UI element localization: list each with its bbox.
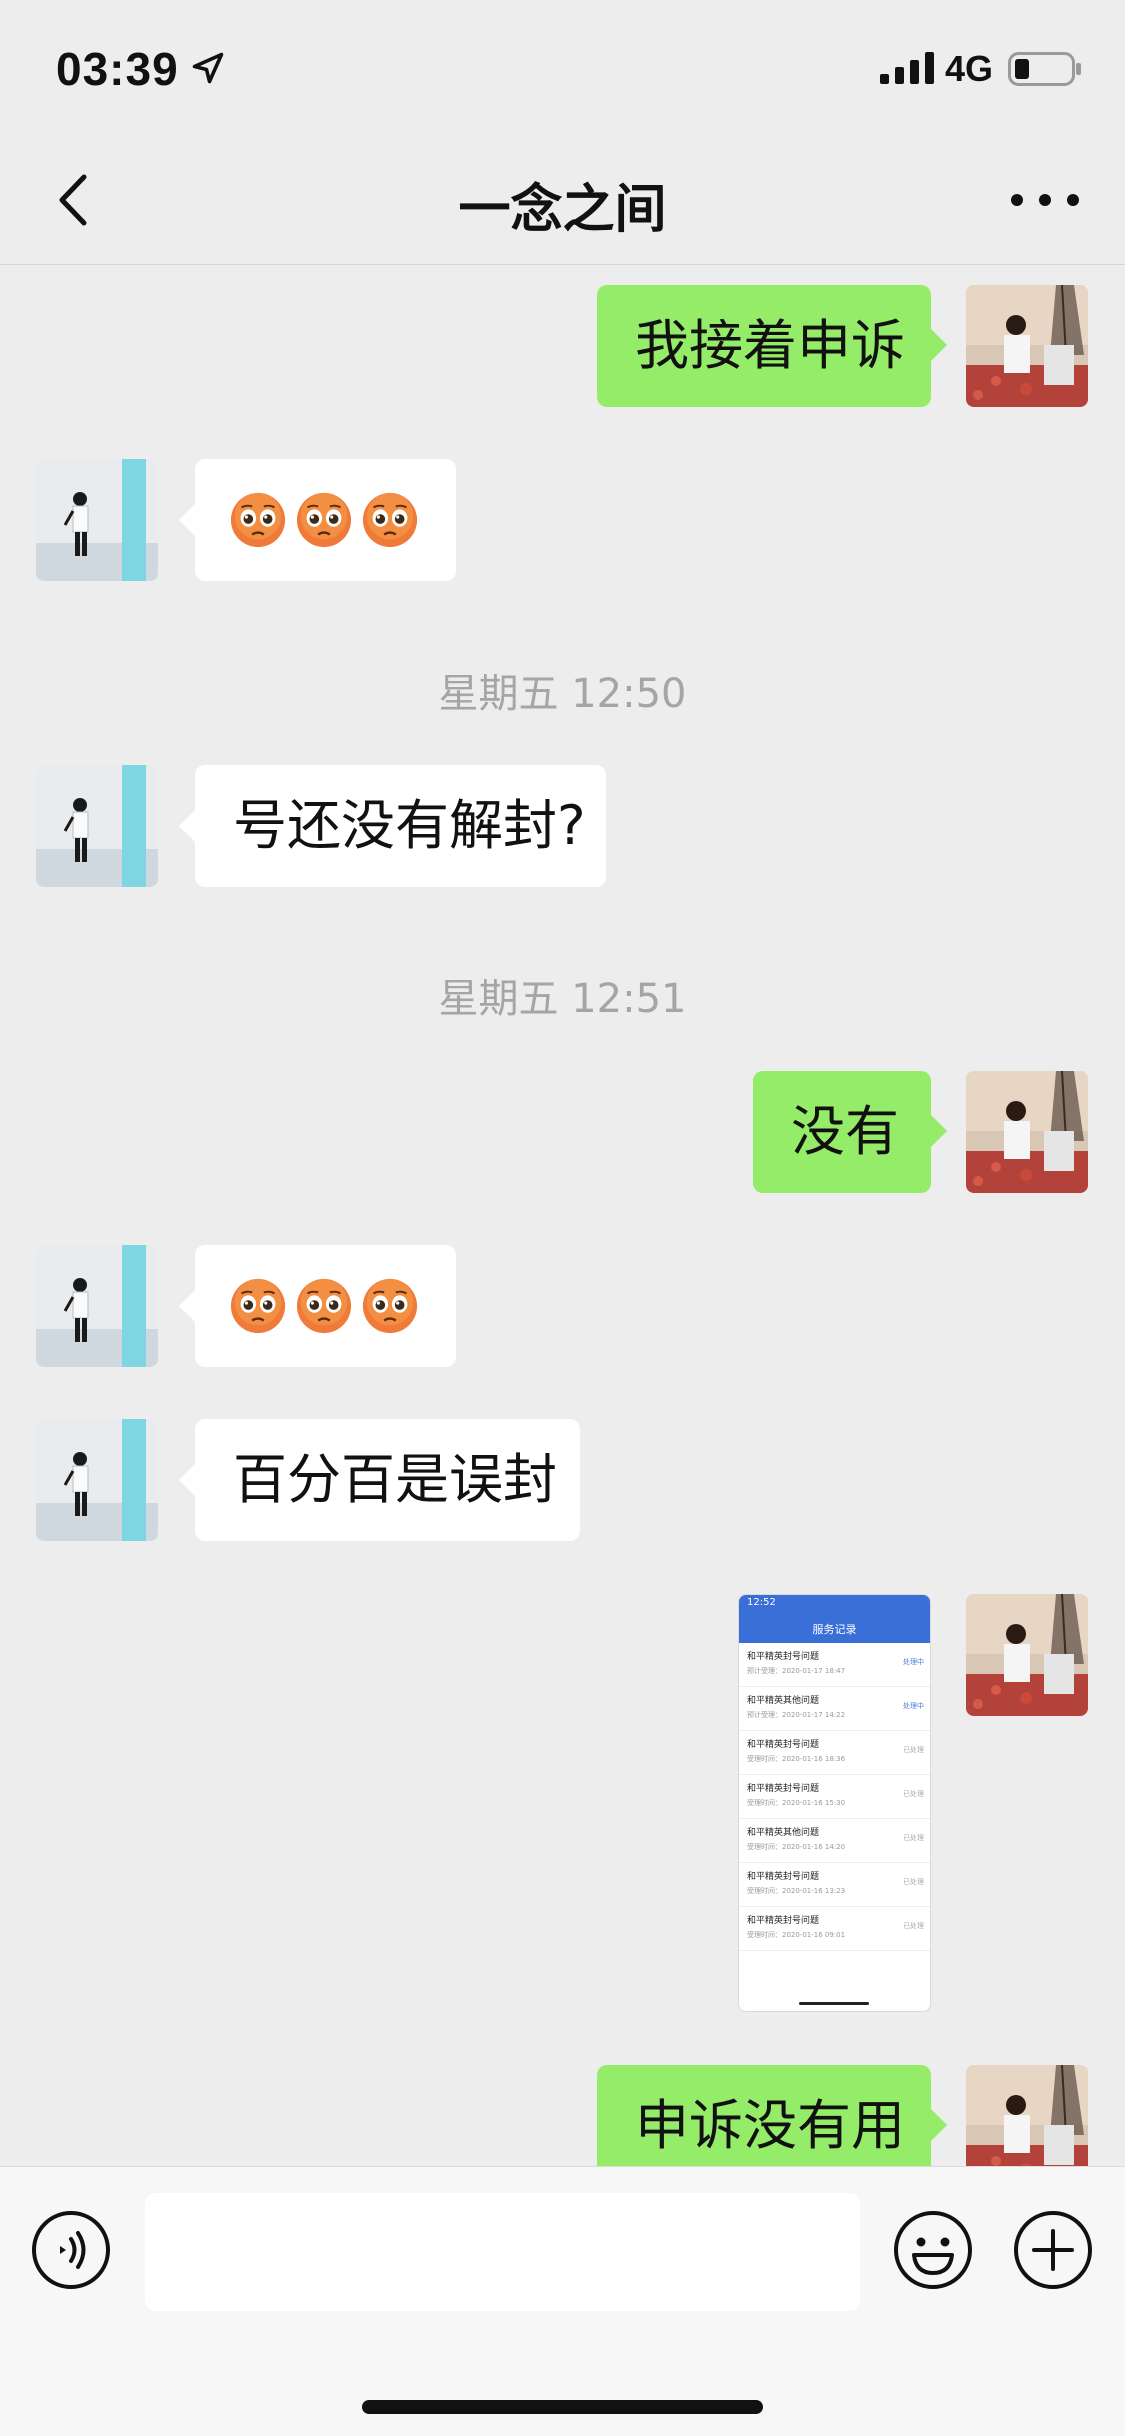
avatar-me[interactable] bbox=[966, 2065, 1088, 2166]
image-record-date: 受理时间：2020-01-16 14:20 bbox=[747, 1843, 846, 1851]
image-record-date: 受理时间：2020-01-16 13:23 bbox=[747, 1887, 846, 1895]
avatar-friend[interactable] bbox=[36, 765, 158, 887]
image-record-list: 和平精英封号问题 预计受理：2020-01-17 18:47 处理中 和平精英其他问题… bbox=[739, 1643, 930, 1951]
message-bubble[interactable]: 号还没有解封? bbox=[195, 765, 606, 887]
network-type: 4G bbox=[945, 48, 994, 89]
pleading-face-emoji bbox=[295, 491, 353, 549]
bubble-tail bbox=[931, 2109, 947, 2141]
image-record-status: 已处理 bbox=[903, 1922, 924, 1930]
image-record-row: 和平精英其他问题预计受理：2020-01-17 14:22 处理中 bbox=[739, 1687, 930, 1731]
battery-icon bbox=[1008, 52, 1081, 86]
input-bar bbox=[0, 2166, 1125, 2436]
image-record-title: 和平精英封号问题 bbox=[747, 1872, 820, 1882]
image-record-status: 已处理 bbox=[903, 1746, 924, 1754]
image-record-status: 已处理 bbox=[903, 1878, 924, 1886]
home-indicator bbox=[362, 2400, 763, 2414]
image-record-status: 处理中 bbox=[903, 1658, 924, 1666]
image-title: 服务记录 bbox=[812, 1623, 857, 1636]
image-record-date: 受理时间：2020-01-16 18:36 bbox=[747, 1755, 846, 1763]
pleading-face-emoji bbox=[295, 1277, 353, 1335]
bubble-tail bbox=[931, 1115, 947, 1147]
chat-title: 一念之间 bbox=[458, 180, 667, 240]
chat-header: 一念之间 bbox=[0, 135, 1125, 265]
image-record-title: 和平精英封号问题 bbox=[747, 1784, 820, 1794]
avatar-me[interactable] bbox=[966, 1594, 1088, 1716]
image-record-title: 和平精英其他问题 bbox=[747, 1696, 820, 1706]
image-record-date: 受理时间：2020-01-16 15:30 bbox=[747, 1799, 846, 1807]
voice-icon[interactable] bbox=[30, 2209, 112, 2291]
bubble-tail bbox=[179, 1464, 195, 1496]
timestamp: 星期五 12:51 bbox=[438, 976, 687, 1022]
plus-icon[interactable] bbox=[1012, 2209, 1094, 2291]
image-record-date: 预计受理：2020-01-17 18:47 bbox=[747, 1667, 846, 1675]
message-bubble[interactable]: 百分百是误封 bbox=[195, 1419, 580, 1541]
image-time: 12:52 bbox=[747, 1597, 776, 1608]
image-record-status: 已处理 bbox=[903, 1834, 924, 1842]
location-arrow-icon bbox=[192, 52, 224, 84]
image-record-title: 和平精英封号问题 bbox=[747, 1916, 820, 1926]
image-record-status: 已处理 bbox=[903, 1790, 924, 1798]
bubble-tail bbox=[179, 1290, 195, 1322]
image-record-date: 预计受理：2020-01-17 14:22 bbox=[747, 1711, 846, 1719]
avatar-friend[interactable] bbox=[36, 1419, 158, 1541]
message-list[interactable]: 我接着申诉 星期五 12:50 号还没有解封? 星期五 12:51 没有 百分百… bbox=[0, 266, 1125, 2166]
pleading-face-emoji bbox=[229, 491, 287, 549]
image-record-row: 和平精英封号问题受理时间：2020-01-16 09:01 已处理 bbox=[739, 1907, 930, 1951]
message-bubble[interactable]: 申诉没有用 bbox=[597, 2065, 931, 2166]
image-header: 12:52 服务记录 bbox=[739, 1595, 930, 1643]
more-dots-icon[interactable] bbox=[1005, 180, 1085, 220]
image-record-title: 和平精英其他问题 bbox=[747, 1828, 820, 1838]
image-record-status: 处理中 bbox=[903, 1702, 924, 1710]
bubble-tail bbox=[179, 504, 195, 536]
screenshot-image[interactable]: 12:52 服务记录 和平精英封号问题 预计受理：2020-01-17 18:47… bbox=[738, 1594, 931, 2012]
image-record-row: 和平精英封号问题预计受理：2020-01-17 18:47 处理中 bbox=[739, 1643, 930, 1687]
message-bubble[interactable] bbox=[195, 1245, 456, 1367]
avatar-me[interactable] bbox=[966, 285, 1088, 407]
image-record-row: 和平精英封号问题受理时间：2020-01-16 15:30 已处理 bbox=[739, 1775, 930, 1819]
cellular-signal-icon bbox=[880, 52, 934, 84]
pleading-face-emoji bbox=[361, 1277, 419, 1335]
avatar-me[interactable] bbox=[966, 1071, 1088, 1193]
bubble-tail bbox=[179, 810, 195, 842]
timestamp: 星期五 12:50 bbox=[438, 671, 687, 717]
pleading-face-emoji bbox=[229, 1277, 287, 1335]
image-record-title: 和平精英封号问题 bbox=[747, 1740, 820, 1750]
image-home-indicator bbox=[799, 2002, 869, 2005]
message-input[interactable] bbox=[145, 2193, 860, 2311]
status-bar: 03:39 4G bbox=[0, 0, 1125, 135]
message-bubble[interactable] bbox=[195, 459, 456, 581]
avatar-friend[interactable] bbox=[36, 459, 158, 581]
image-record-title: 和平精英封号问题 bbox=[747, 1652, 820, 1662]
image-record-row: 和平精英其他问题受理时间：2020-01-16 14:20 已处理 bbox=[739, 1819, 930, 1863]
message-bubble[interactable]: 我接着申诉 bbox=[597, 285, 931, 407]
image-record-date: 受理时间：2020-01-16 09:01 bbox=[747, 1931, 846, 1939]
bubble-tail bbox=[931, 329, 947, 361]
message-bubble[interactable]: 没有 bbox=[753, 1071, 931, 1193]
image-record-row: 和平精英封号问题受理时间：2020-01-16 13:23 已处理 bbox=[739, 1863, 930, 1907]
image-record-row: 和平精英封号问题受理时间：2020-01-16 18:36 已处理 bbox=[739, 1731, 930, 1775]
pleading-face-emoji bbox=[361, 491, 419, 549]
status-time: 03:39 bbox=[56, 43, 179, 95]
avatar-friend[interactable] bbox=[36, 1245, 158, 1367]
emoji-icon[interactable] bbox=[892, 2209, 974, 2291]
